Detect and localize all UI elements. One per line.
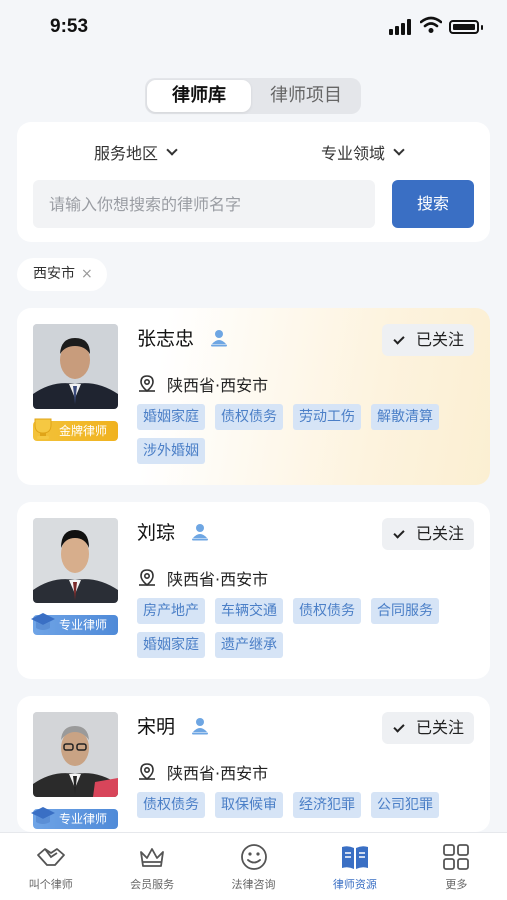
field-filter-label: 专业领域 bbox=[321, 144, 386, 163]
location-text: 陕西省·西安市 bbox=[167, 376, 269, 395]
close-icon[interactable]: × bbox=[81, 258, 93, 291]
follow-button[interactable]: 已关注 bbox=[382, 324, 474, 356]
region-filter-label: 服务地区 bbox=[94, 144, 159, 163]
specialty-tag: 涉外婚姻 bbox=[137, 438, 205, 464]
book-icon bbox=[341, 846, 368, 869]
professional-lawyer-badge: 专业律师 bbox=[31, 807, 118, 829]
battery-icon bbox=[449, 20, 479, 34]
specialty-tags: 房产地产 车辆交通 债权债务 合同服务 婚姻家庭 遗产继承 bbox=[137, 598, 482, 658]
specialty-tag: 房产地产 bbox=[137, 598, 205, 624]
lawyer-location: 陕西省·西安市 bbox=[137, 566, 268, 590]
follow-label: 已关注 bbox=[416, 718, 465, 737]
lawyer-photo bbox=[33, 518, 118, 603]
nav-lawyer-resources[interactable]: 律师资源 bbox=[304, 833, 405, 900]
wifi-icon bbox=[420, 16, 442, 33]
nav-legal-consult[interactable]: 法律咨询 bbox=[203, 833, 304, 900]
location-pin-icon bbox=[139, 375, 155, 393]
tab-lawyer-library[interactable]: 律师库 bbox=[147, 80, 251, 112]
chevron-down-icon bbox=[166, 143, 178, 156]
search-card: 服务地区 专业领域 搜索 bbox=[17, 122, 490, 242]
graduation-cap-icon bbox=[31, 807, 55, 824]
lawyer-name-row: 张志忠 bbox=[137, 324, 228, 351]
check-icon bbox=[393, 527, 405, 539]
check-icon bbox=[393, 333, 405, 345]
bottom-nav: 叫个律师 会员服务 法律咨询 律师资源 更多 bbox=[0, 832, 507, 900]
follow-label: 已关注 bbox=[416, 524, 465, 543]
region-filter[interactable]: 服务地区 bbox=[94, 140, 178, 164]
follow-button[interactable]: 已关注 bbox=[382, 712, 474, 744]
nav-label: 法律咨询 bbox=[231, 878, 276, 891]
graduation-cap-icon bbox=[31, 613, 55, 630]
nav-member-service[interactable]: 会员服务 bbox=[101, 833, 202, 900]
location-pin-icon bbox=[139, 763, 155, 781]
specialty-tag: 劳动工伤 bbox=[293, 404, 361, 430]
chip-label: 西安市 bbox=[33, 266, 75, 282]
specialty-tags: 债权债务 取保候审 经济犯罪 公司犯罪 bbox=[137, 792, 482, 818]
nav-more[interactable]: 更多 bbox=[406, 833, 507, 900]
nav-label: 更多 bbox=[445, 878, 468, 891]
lawyer-name: 刘琮 bbox=[137, 522, 176, 544]
specialty-tag: 合同服务 bbox=[371, 598, 439, 624]
status-time: 9:53 bbox=[50, 16, 89, 37]
lawyer-photo bbox=[33, 324, 118, 409]
specialty-tag: 经济犯罪 bbox=[293, 792, 361, 818]
specialty-tags: 婚姻家庭 债权债务 劳动工伤 解散清算 涉外婚姻 bbox=[137, 404, 482, 464]
specialty-tag: 债权债务 bbox=[293, 598, 361, 624]
location-text: 陕西省·西安市 bbox=[167, 764, 269, 783]
grid-icon bbox=[443, 844, 470, 870]
specialty-tag: 取保候审 bbox=[215, 792, 283, 818]
nav-call-lawyer[interactable]: 叫个律师 bbox=[0, 833, 101, 900]
specialty-tag: 遗产继承 bbox=[215, 632, 283, 658]
lawyer-tab-switcher: 律师库 律师项目 bbox=[145, 78, 361, 114]
professional-lawyer-badge: 专业律师 bbox=[31, 613, 118, 635]
tab-lawyer-projects[interactable]: 律师项目 bbox=[253, 80, 359, 112]
city-filter-chip[interactable]: 西安市 × bbox=[17, 258, 107, 291]
verified-person-icon bbox=[192, 523, 209, 540]
field-filter[interactable]: 专业领域 bbox=[321, 140, 405, 164]
handshake-icon bbox=[36, 848, 65, 866]
signal-icon bbox=[389, 19, 413, 35]
specialty-tag: 解散清算 bbox=[371, 404, 439, 430]
lawyer-name-row: 宋明 bbox=[137, 712, 209, 739]
badge-label: 专业律师 bbox=[59, 618, 108, 632]
verified-person-icon bbox=[211, 329, 228, 346]
search-button[interactable]: 搜索 bbox=[392, 180, 474, 228]
location-text: 陕西省·西安市 bbox=[167, 570, 269, 589]
chevron-down-icon bbox=[393, 143, 405, 156]
verified-person-icon bbox=[192, 717, 209, 734]
specialty-tag: 债权债务 bbox=[137, 792, 205, 818]
specialty-tag: 公司犯罪 bbox=[371, 792, 439, 818]
check-icon bbox=[393, 721, 405, 733]
nav-label: 叫个律师 bbox=[28, 878, 73, 891]
lawyer-name-row: 刘琮 bbox=[137, 518, 209, 545]
smile-icon bbox=[240, 844, 267, 870]
lawyer-name: 宋明 bbox=[137, 716, 176, 738]
specialty-tag: 婚姻家庭 bbox=[137, 632, 205, 658]
badge-label: 专业律师 bbox=[59, 812, 108, 826]
lawyer-photo bbox=[33, 712, 118, 797]
trophy-icon bbox=[34, 418, 52, 439]
nav-label: 律师资源 bbox=[332, 878, 377, 891]
lawyer-name: 张志忠 bbox=[137, 328, 195, 350]
follow-button[interactable]: 已关注 bbox=[382, 518, 474, 550]
specialty-tag: 债权债务 bbox=[215, 404, 283, 430]
specialty-tag: 婚姻家庭 bbox=[137, 404, 205, 430]
nav-label: 会员服务 bbox=[130, 878, 175, 891]
location-pin-icon bbox=[139, 569, 155, 587]
badge-label: 金牌律师 bbox=[59, 424, 108, 438]
follow-label: 已关注 bbox=[416, 330, 465, 349]
lawyer-location: 陕西省·西安市 bbox=[137, 372, 268, 396]
specialty-tag: 车辆交通 bbox=[215, 598, 283, 624]
lawyer-card[interactable]: 金牌律师 张志忠 已关注 陕西省·西安市 婚姻家庭 债权债务 劳动工伤 解散清算… bbox=[17, 308, 490, 485]
search-input[interactable] bbox=[33, 180, 375, 228]
lawyer-card[interactable]: 专业律师 刘琮 已关注 陕西省·西安市 房产地产 车辆交通 债权债务 合同服务 … bbox=[17, 502, 490, 679]
lawyer-card[interactable]: 专业律师 宋明 已关注 陕西省·西安市 债权债务 取保候审 经济犯罪 公司犯罪 bbox=[17, 696, 490, 832]
crown-icon bbox=[140, 848, 165, 867]
status-bar: 9:53 bbox=[0, 0, 507, 60]
gold-lawyer-badge: 金牌律师 bbox=[33, 418, 118, 441]
lawyer-location: 陕西省·西安市 bbox=[137, 760, 268, 784]
